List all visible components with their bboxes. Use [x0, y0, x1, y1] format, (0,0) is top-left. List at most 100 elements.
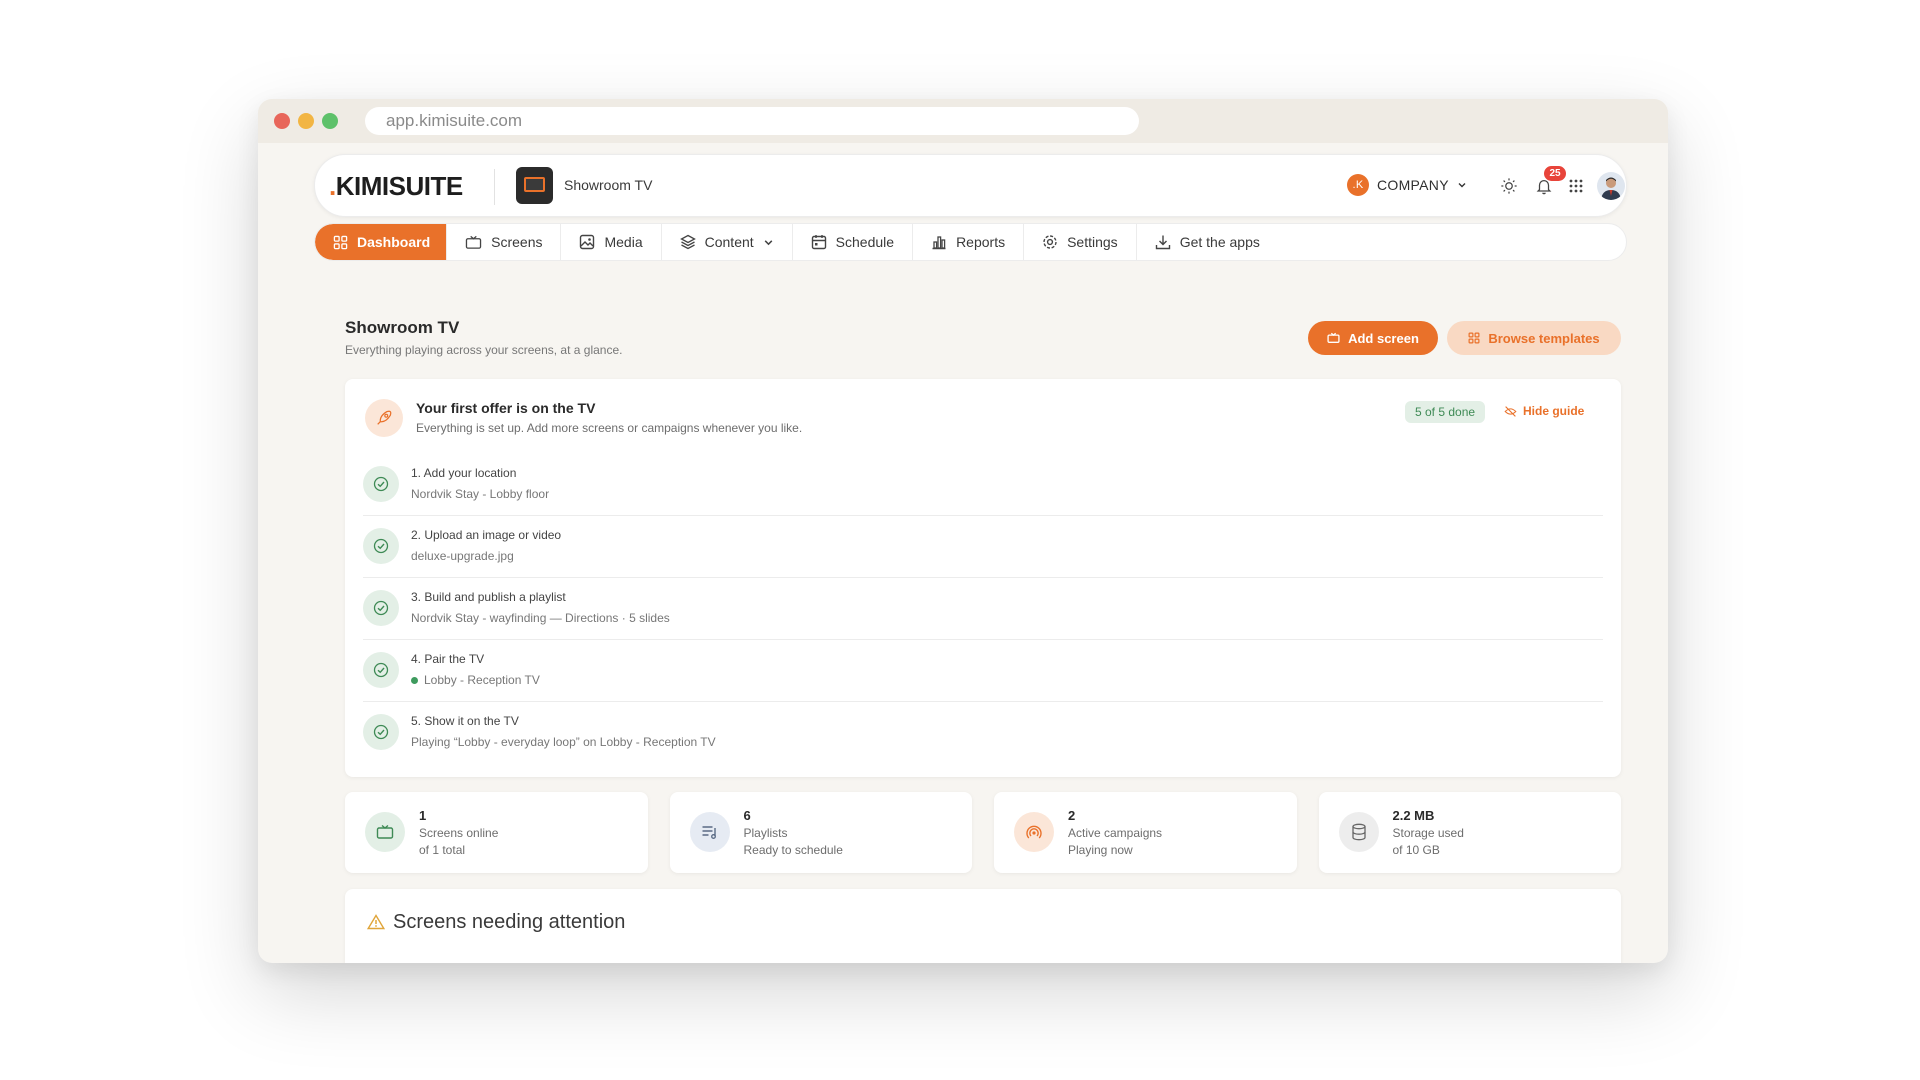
nav-settings[interactable]: Settings	[1024, 224, 1137, 260]
page-subtitle: Everything playing across your screens, …	[345, 343, 623, 357]
step-detail: Lobby - Reception TV	[411, 673, 540, 687]
stat-label: Storage used	[1392, 826, 1464, 840]
nav-schedule[interactable]: Schedule	[793, 224, 914, 260]
browse-templates-label: Browse templates	[1488, 330, 1600, 346]
step-title: 2. Upload an image or video	[411, 528, 562, 542]
main-navigation: Dashboard Screens Media Content Schedule…	[314, 223, 1627, 261]
chevron-down-icon	[1458, 183, 1466, 188]
stat-label: Active campaigns	[1068, 826, 1163, 840]
stat-sub: Ready to schedule	[743, 843, 843, 857]
hide-guide-label: Hide guide	[1523, 404, 1585, 418]
stat-value: 1	[419, 808, 427, 823]
check-circle-icon	[363, 590, 399, 626]
broadcast-icon	[1014, 812, 1054, 852]
dashboard-icon	[333, 235, 348, 249]
check-circle-icon	[363, 652, 399, 688]
list-item[interactable]: 5. Show it on the TV Playing “Lobby - ev…	[363, 702, 1603, 764]
guide-title: Your first offer is on the TV	[416, 400, 596, 416]
app-logo[interactable]: .KIMISUITE	[329, 171, 463, 202]
apps-grid-button[interactable]	[1563, 173, 1589, 199]
nav-label: Reports	[956, 234, 1006, 250]
stat-card-campaigns[interactable]: 2 Active campaigns Playing now	[994, 792, 1297, 873]
progress-badge: 5 of 5 done	[1405, 401, 1486, 423]
maximize-window-button[interactable]	[322, 113, 338, 129]
stat-label: Playlists	[743, 826, 788, 840]
screens-attention-panel: Screens needing attention	[345, 889, 1621, 963]
step-title: 1. Add your location	[411, 466, 517, 480]
calendar-icon	[811, 235, 826, 250]
company-switcher[interactable]: .K COMPANY	[1347, 173, 1467, 197]
nav-label: Get the apps	[1179, 234, 1260, 250]
database-icon	[1338, 812, 1379, 852]
nav-label: Dashboard	[357, 234, 431, 250]
stat-label: Screens online	[419, 826, 499, 840]
sun-icon	[1501, 178, 1517, 194]
step-detail: Nordvik Stay - Lobby floor	[411, 487, 550, 501]
list-item[interactable]: 1. Add your location Nordvik Stay - Lobb…	[363, 454, 1603, 516]
stat-value: 6	[743, 808, 751, 823]
nav-label: Screens	[491, 234, 543, 250]
gear-icon	[1043, 235, 1057, 249]
screen-thumbnail[interactable]	[516, 167, 553, 204]
list-item[interactable]: 2. Upload an image or video deluxe-upgra…	[363, 516, 1603, 578]
list-item[interactable]: 3. Build and publish a playlist Nordvik …	[363, 578, 1603, 640]
eye-off-icon	[1504, 405, 1517, 417]
step-title: 4. Pair the TV	[411, 652, 485, 666]
layers-icon	[679, 234, 696, 250]
stat-card-playlists[interactable]: 6 Playlists Ready to schedule	[669, 792, 972, 873]
user-avatar[interactable]	[1597, 172, 1625, 200]
nav-label: Media	[604, 234, 643, 250]
app-header: .KIMISUITE Showroom TV .K COMPANY 25	[314, 154, 1627, 217]
step-title: 3. Build and publish a playlist	[411, 590, 566, 604]
nav-media[interactable]: Media	[561, 224, 662, 260]
tv-icon	[365, 812, 405, 852]
step-title: 5. Show it on the TV	[411, 714, 519, 728]
address-bar[interactable]: app.kimisuite.com	[365, 107, 1139, 135]
add-screen-label: Add screen	[1348, 330, 1419, 346]
nav-label: Schedule	[835, 234, 895, 250]
chevron-down-icon	[764, 239, 773, 245]
stats-row: 1 Screens online of 1 total 6 Playlists …	[345, 792, 1621, 873]
company-label: COMPANY	[1377, 177, 1449, 193]
stat-card-storage[interactable]: 2.2 MB Storage used of 10 GB	[1318, 792, 1621, 873]
stat-sub: Playing now	[1068, 843, 1133, 857]
check-circle-icon	[363, 714, 399, 750]
check-circle-icon	[363, 528, 399, 564]
nav-dashboard[interactable]: Dashboard	[315, 224, 448, 260]
download-icon	[1155, 235, 1170, 250]
add-screen-button[interactable]: Add screen	[1308, 321, 1438, 355]
hide-guide-button[interactable]: Hide guide	[1504, 404, 1584, 418]
guide-subtitle: Everything is set up. Add more screens o…	[416, 421, 803, 435]
list-item[interactable]: 4. Pair the TV Lobby - Reception TV	[363, 640, 1603, 702]
close-window-button[interactable]	[274, 113, 290, 129]
step-detail: Nordvik Stay - wayfinding — Directions ·…	[411, 611, 670, 625]
nav-screens[interactable]: Screens	[447, 224, 562, 260]
setup-steps-list: 1. Add your location Nordvik Stay - Lobb…	[363, 454, 1603, 764]
theme-toggle-button[interactable]	[1496, 173, 1522, 199]
step-detail: Playing “Lobby - everyday loop” on Lobby…	[411, 735, 716, 749]
online-status-dot	[411, 676, 418, 684]
nav-label: Content	[704, 234, 754, 250]
user-icon	[1601, 177, 1621, 200]
grid-icon	[1569, 179, 1583, 193]
minimize-window-button[interactable]	[298, 113, 314, 129]
check-circle-icon	[363, 466, 399, 502]
nav-reports[interactable]: Reports	[913, 224, 1025, 260]
step-detail: deluxe-upgrade.jpg	[411, 549, 514, 563]
nav-label: Settings	[1067, 234, 1118, 250]
current-screen-name[interactable]: Showroom TV	[564, 177, 652, 193]
page-title: Showroom TV	[345, 318, 460, 337]
divider	[494, 169, 495, 205]
stat-value: 2.2 MB	[1392, 808, 1435, 823]
warning-icon	[367, 914, 385, 930]
nav-content[interactable]: Content	[662, 224, 793, 260]
setup-guide-card: Your first offer is on the TV Everything…	[345, 379, 1621, 777]
stat-value: 2	[1068, 808, 1076, 823]
rocket-icon	[365, 399, 403, 437]
section-title: Screens needing attention	[393, 911, 626, 933]
nav-get-apps[interactable]: Get the apps	[1137, 224, 1278, 260]
browser-window: app.kimisuite.com .KIMISUITE Showroom TV…	[258, 99, 1668, 963]
tv-icon	[1327, 332, 1340, 343]
browse-templates-button[interactable]: Browse templates	[1447, 321, 1621, 355]
stat-card-screens[interactable]: 1 Screens online of 1 total	[345, 792, 648, 873]
